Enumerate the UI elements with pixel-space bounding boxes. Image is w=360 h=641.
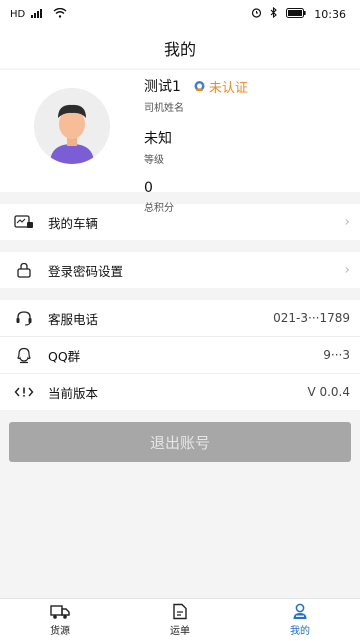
alarm-icon [251, 7, 262, 21]
tab-label: 货源 [50, 625, 70, 637]
user-icon [293, 603, 307, 619]
chevron-right-icon: › [344, 214, 350, 230]
version-item: 当前版本 V 0.0.4 [0, 374, 360, 410]
tab-label: 我的 [290, 626, 310, 637]
service-phone-label: 客服电话 [48, 311, 99, 327]
service-phone-item[interactable]: 客服电话 021-3···1789 [0, 300, 360, 336]
headset-icon [14, 308, 34, 328]
my-vehicles-label: 我的车辆 [48, 215, 99, 231]
lock-icon [14, 260, 34, 280]
tab-waybill[interactable]: 运单 [120, 599, 240, 641]
version-value: V 0.0.4 [307, 385, 350, 399]
status-bar: HD 10:36 [0, 0, 360, 28]
certification-status: 未认证 [208, 80, 248, 96]
my-vehicles-item[interactable]: 我的车辆 › [0, 204, 360, 240]
page-title: 我的 [163, 40, 196, 59]
profile-card: 测试1 未认证 司机姓名 未知 等级 0 总积分 [0, 70, 360, 214]
battery-icon [286, 7, 306, 21]
qq-group-item[interactable]: QQ群 9···3 [0, 337, 360, 373]
password-setting-item[interactable]: 登录密码设置 › [0, 252, 360, 288]
level-value: 未知 [144, 131, 172, 147]
tab-label: 运单 [170, 626, 190, 637]
logout-button[interactable]: 退出账号 [9, 422, 351, 462]
document-icon [173, 603, 187, 620]
password-group: 登录密码设置 › [0, 252, 360, 288]
level-label: 等级 [144, 155, 164, 166]
service-phone-value[interactable]: 021-3···1789 [273, 311, 350, 325]
signal-icon [31, 8, 47, 21]
driver-name: 测试1 [144, 79, 181, 95]
clock-time: 10:36 [314, 7, 346, 21]
version-label: 当前版本 [48, 385, 99, 401]
points-value: 0 [144, 180, 153, 196]
wifi-icon [53, 7, 67, 21]
driver-name-label: 司机姓名 [144, 103, 184, 114]
vehicles-group: 我的车辆 › [0, 204, 360, 240]
password-setting-label: 登录密码设置 [48, 263, 124, 279]
truck-icon [50, 604, 70, 619]
info-group: 客服电话 021-3···1789 QQ群 9···3 当前版本 V 0.0.4 [0, 300, 360, 410]
certification-badge[interactable]: 未认证 [193, 77, 248, 96]
qq-icon [14, 345, 34, 365]
avatar-illustration-icon [34, 88, 110, 164]
avatar[interactable] [34, 88, 110, 164]
vehicle-card-icon [14, 212, 34, 232]
qq-group-value[interactable]: 9···3 [323, 348, 350, 362]
page-title-bar: 我的 [0, 28, 360, 68]
qq-group-label: QQ群 [48, 348, 81, 364]
chevron-right-icon: › [344, 262, 350, 278]
certification-icon [194, 80, 205, 91]
logout-label: 退出账号 [149, 433, 210, 452]
bottom-tab-bar: 货源 运单 我的 [0, 598, 360, 641]
tab-cargo-source[interactable]: 货源 [0, 599, 120, 641]
tab-mine[interactable]: 我的 [240, 599, 360, 641]
hd-indicator: HD [10, 8, 26, 20]
code-icon [14, 382, 34, 402]
bluetooth-icon [270, 6, 278, 21]
